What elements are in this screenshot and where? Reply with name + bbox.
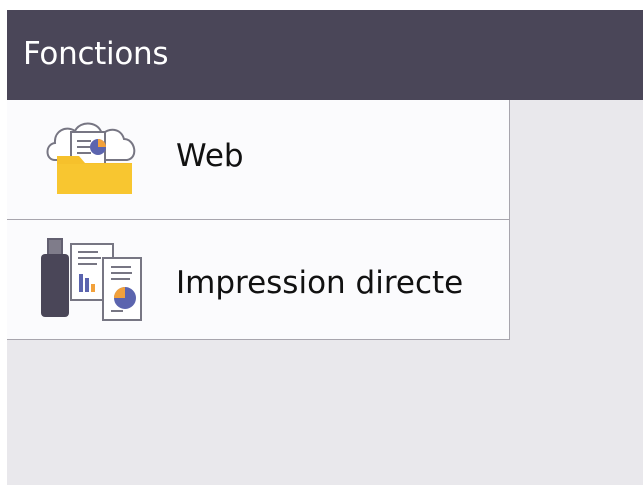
screen-header: Fonctions: [7, 10, 643, 100]
usb-documents-icon: [41, 238, 145, 322]
menu-item-direct-print-label: Impression directe: [176, 265, 464, 301]
functions-screen: Fonctions Web Impression directe: [7, 10, 643, 485]
screen-title: Fonctions: [23, 36, 169, 72]
functions-menu: Web Impression directe: [7, 100, 510, 340]
menu-item-web-label: Web: [176, 138, 244, 174]
menu-item-direct-print[interactable]: Impression directe: [7, 220, 509, 339]
cloud-folder-icon: [41, 114, 145, 198]
menu-item-web[interactable]: Web: [7, 100, 509, 220]
